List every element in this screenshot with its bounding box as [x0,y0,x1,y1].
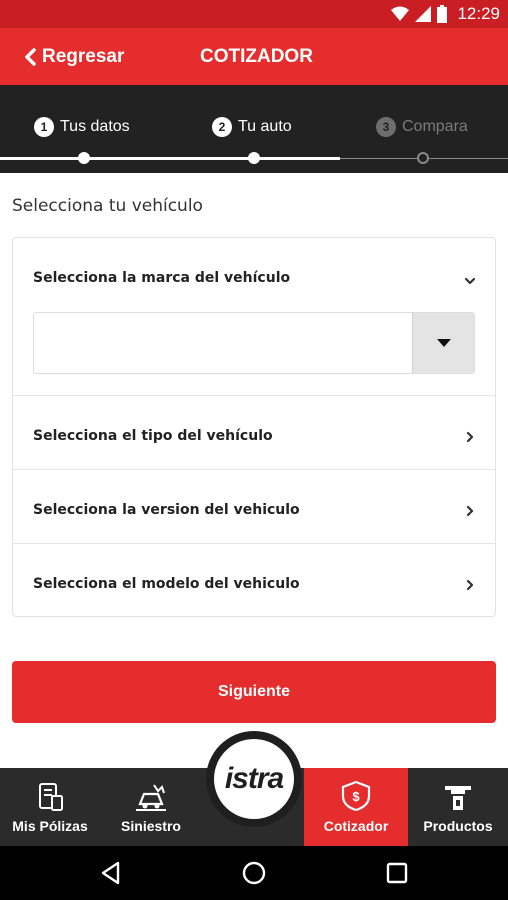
recents-square-icon[interactable] [384,860,410,886]
step-label: Tus datos [60,118,130,135]
section-version[interactable]: Selecciona la version del vehiculo [13,470,495,544]
step-label: Tu auto [238,118,292,135]
wifi-icon [391,6,410,21]
section-label: Selecciona la marca del vehículo [33,270,291,286]
app-header: Regresar COTIZADOR [0,28,508,85]
section-label: Selecciona la version del vehiculo [33,502,300,518]
chevron-right-icon [466,505,474,517]
step-compara[interactable]: 3 Compara [376,115,468,139]
section-marca[interactable]: Selecciona la marca del vehículo [13,238,495,396]
logo-text: istra [224,762,284,795]
shield-money-icon: $ [341,780,371,812]
nav-item-mis-polizas[interactable]: Mis Pólizas [0,768,100,846]
progress-line-completed [0,157,340,160]
step-label: Compara [402,118,468,135]
back-triangle-icon[interactable] [98,860,124,886]
section-label: Selecciona el modelo del vehiculo [33,576,300,592]
chevron-down-icon [464,277,476,285]
chevron-right-icon [466,579,474,591]
home-circle-icon[interactable] [241,860,267,886]
istra-logo-button[interactable]: istra [206,731,302,827]
nav-item-cotizador[interactable]: $ Cotizador [304,768,408,846]
step-tus-datos[interactable]: 1 Tus datos [34,115,130,139]
progress-dot-step-2 [248,152,260,164]
logo-inner: istra [214,739,294,819]
step-number: 3 [376,117,396,137]
step-tu-auto[interactable]: 2 Tu auto [212,115,292,139]
progress-dot-step-3 [417,152,429,164]
back-label: Regresar [42,45,125,67]
status-icons: 12:29 [391,3,500,25]
tools-icon [445,786,471,810]
status-bar: 12:29 [0,0,508,28]
step-number: 1 [34,117,54,137]
car-crash-icon [136,784,166,811]
svg-text:$: $ [352,789,360,804]
battery-icon [437,5,448,23]
document-phone-icon [39,783,63,811]
nav-label: Cotizador [323,818,389,834]
chevron-right-icon [466,431,474,443]
vehicle-selection-card: Selecciona la marca del vehículo Selecci… [12,237,496,617]
next-button[interactable]: Siguiente [12,661,496,723]
chevron-left-icon [25,47,36,66]
nav-label: Siniestro [121,818,181,834]
nav-label: Productos [423,818,493,834]
section-modelo[interactable]: Selecciona el modelo del vehiculo [13,544,495,618]
system-nav-bar [0,846,508,900]
page-subtitle: Selecciona tu vehículo [12,196,203,216]
back-button[interactable]: Regresar [24,28,124,85]
nav-item-siniestro[interactable]: Siniestro [100,768,202,846]
caret-down-icon [436,339,451,347]
dropdown-button[interactable] [412,313,474,373]
section-label: Selecciona el tipo del vehículo [33,428,273,444]
status-time: 12:29 [457,4,500,23]
progress-dot-step-1 [78,152,90,164]
section-tipo[interactable]: Selecciona el tipo del vehículo [13,396,495,470]
step-number: 2 [212,117,232,137]
nav-item-productos[interactable]: Productos [408,768,508,846]
page-title: COTIZADOR [200,46,313,67]
brand-select[interactable] [33,312,475,374]
signal-icon [415,6,432,22]
nav-label: Mis Pólizas [12,818,88,834]
